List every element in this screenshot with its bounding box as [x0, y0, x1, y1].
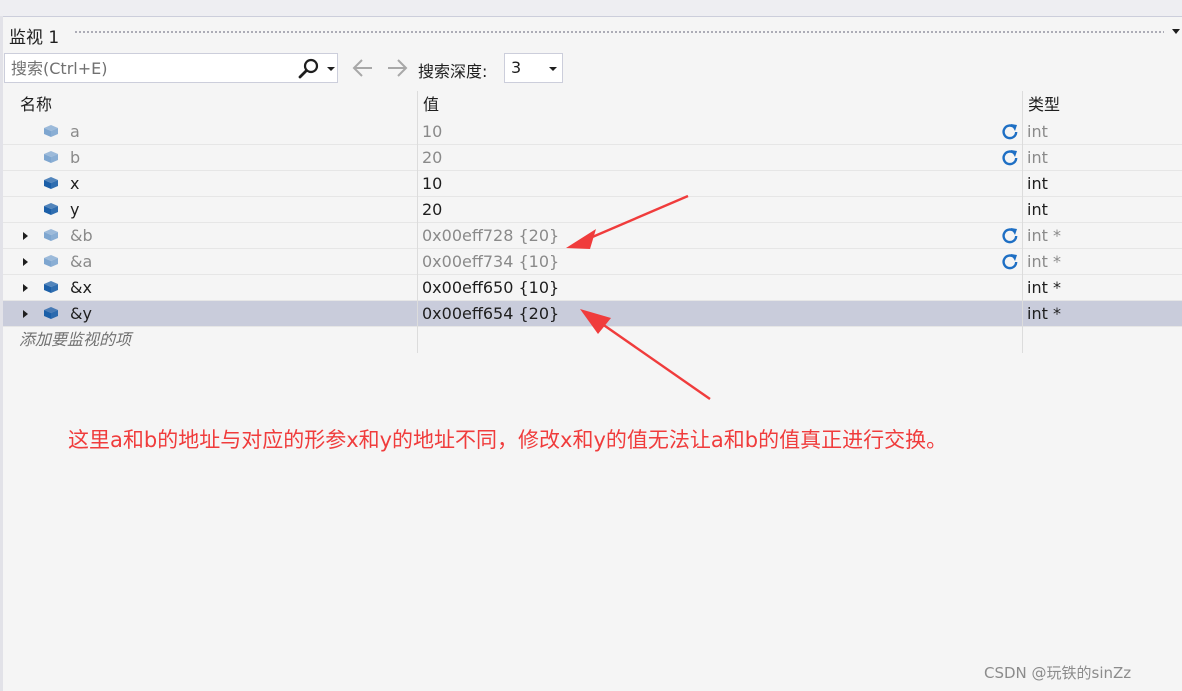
- cell-name: x: [70, 174, 80, 193]
- table-row[interactable]: &b 0x00eff728 {20} int *: [0, 223, 1182, 249]
- variable-icon: [44, 151, 58, 163]
- variable-icon: [44, 281, 58, 293]
- cell-name: &y: [70, 304, 92, 323]
- arrow-right-icon[interactable]: [384, 56, 410, 80]
- search-input[interactable]: [5, 54, 290, 82]
- cell-name: a: [70, 122, 80, 141]
- refresh-icon[interactable]: [1001, 227, 1019, 245]
- cell-type: int: [1027, 200, 1048, 219]
- cell-type: int: [1027, 122, 1048, 141]
- expand-triangle-icon[interactable]: [23, 310, 28, 318]
- add-watch-row[interactable]: 添加要监视的项: [0, 327, 1182, 353]
- cell-type: int *: [1027, 252, 1061, 271]
- cell-type: int: [1027, 174, 1048, 193]
- refresh-icon[interactable]: [1001, 149, 1019, 167]
- refresh-icon[interactable]: [1001, 253, 1019, 271]
- table-row[interactable]: x 10 int: [0, 171, 1182, 197]
- search-box: [4, 53, 338, 83]
- watch-panel: 监视 1 搜索深度: 3 名称 值 类型: [0, 16, 1182, 691]
- watch-grid: 名称 值 类型 a 10 int b 20 int x 10 int y 20 int &b 0x00ef…: [0, 91, 1182, 353]
- expand-triangle-icon[interactable]: [23, 284, 28, 292]
- cell-value[interactable]: 10: [422, 171, 442, 196]
- cell-value[interactable]: 0x00eff728 {20}: [422, 223, 559, 248]
- cell-name: &x: [70, 278, 92, 297]
- variable-icon: [44, 307, 58, 319]
- cell-value[interactable]: 0x00eff650 {10}: [422, 275, 559, 300]
- cell-value[interactable]: 0x00eff654 {20}: [422, 301, 559, 326]
- drag-grip[interactable]: [74, 30, 1164, 35]
- cell-value[interactable]: 20: [422, 145, 442, 170]
- expand-triangle-icon[interactable]: [23, 258, 28, 266]
- variable-icon: [44, 125, 58, 137]
- cell-type: int: [1027, 148, 1048, 167]
- column-separator[interactable]: [417, 91, 418, 353]
- table-row[interactable]: &x 0x00eff650 {10} int *: [0, 275, 1182, 301]
- grid-header: 名称 值 类型: [0, 91, 1182, 119]
- chevron-down-icon[interactable]: [549, 67, 557, 71]
- cell-value[interactable]: 20: [422, 197, 442, 222]
- column-separator[interactable]: [1022, 91, 1023, 353]
- add-watch-label: 添加要监视的项: [19, 330, 132, 349]
- column-header-name[interactable]: 名称: [20, 91, 52, 119]
- cell-type: int *: [1027, 304, 1061, 323]
- watch-rows: a 10 int b 20 int x 10 int y 20 int &b 0x00eff728 {20…: [0, 119, 1182, 327]
- annotation-text: 这里a和b的地址与对应的形参x和y的地址不同，修改x和y的值无法让a和b的值真正…: [68, 428, 948, 452]
- cell-name: &a: [70, 252, 93, 271]
- panel-menu-chevron-down-icon[interactable]: [1172, 29, 1180, 34]
- table-row[interactable]: b 20 int: [0, 145, 1182, 171]
- variable-icon: [44, 177, 58, 189]
- column-header-value[interactable]: 值: [423, 91, 439, 119]
- column-header-type[interactable]: 类型: [1028, 91, 1060, 119]
- variable-icon: [44, 229, 58, 241]
- search-depth-label: 搜索深度:: [418, 62, 488, 81]
- top-strip: [0, 0, 1182, 16]
- table-row[interactable]: a 10 int: [0, 119, 1182, 145]
- watermark: CSDN @玩铁的sinZz: [984, 664, 1132, 682]
- expand-triangle-icon[interactable]: [23, 232, 28, 240]
- cell-type: int *: [1027, 278, 1061, 297]
- search-depth-select[interactable]: 3: [504, 53, 563, 83]
- arrow-left-icon[interactable]: [350, 56, 376, 80]
- table-row[interactable]: &y 0x00eff654 {20} int *: [0, 301, 1182, 327]
- panel-left-edge: [0, 16, 3, 691]
- cell-type: int *: [1027, 226, 1061, 245]
- watch-toolbar: 搜索深度: 3: [0, 53, 1182, 87]
- cell-name: &b: [70, 226, 93, 245]
- panel-titlebar[interactable]: 监视 1: [0, 17, 1182, 49]
- table-row[interactable]: y 20 int: [0, 197, 1182, 223]
- cell-value[interactable]: 10: [422, 119, 442, 144]
- variable-icon: [44, 203, 58, 215]
- cell-name: b: [70, 148, 81, 167]
- table-row[interactable]: &a 0x00eff734 {10} int *: [0, 249, 1182, 275]
- search-depth-value: 3: [511, 58, 522, 77]
- refresh-icon[interactable]: [1001, 123, 1019, 141]
- variable-icon: [44, 255, 58, 267]
- cell-name: y: [70, 200, 80, 219]
- search-icon[interactable]: [297, 58, 321, 80]
- panel-title: 监视 1: [9, 28, 60, 48]
- cell-value[interactable]: 0x00eff734 {10}: [422, 249, 559, 274]
- search-options-chevron-down-icon[interactable]: [327, 67, 335, 71]
